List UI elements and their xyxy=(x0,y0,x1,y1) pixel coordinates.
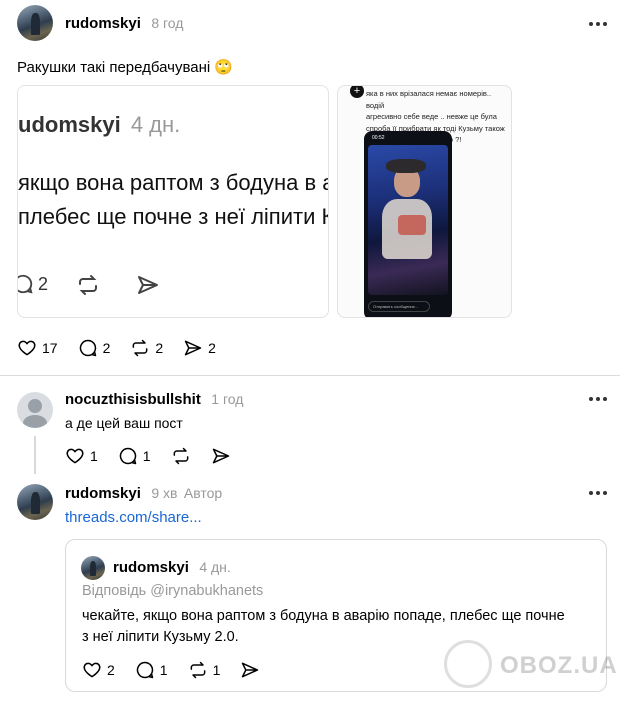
divider xyxy=(0,375,620,376)
screenshot-share-icon xyxy=(135,273,161,302)
reply-count: 1 xyxy=(159,662,168,678)
repost-button[interactable]: 1 xyxy=(188,660,221,680)
like-count: 2 xyxy=(107,662,115,678)
reply-actions: 1 1 xyxy=(65,446,251,466)
screenshot-username: udomskyi 4 дн. xyxy=(18,112,181,137)
screenshot-add-icon: + xyxy=(350,86,364,98)
repost-button[interactable] xyxy=(171,446,191,466)
like-count: 17 xyxy=(42,340,58,356)
share-icon xyxy=(212,448,229,464)
repost-icon xyxy=(173,447,189,465)
reply-button[interactable]: 1 xyxy=(118,446,151,466)
quote-time: 4 дн. xyxy=(199,559,231,575)
avatar[interactable] xyxy=(17,484,53,520)
more-options-icon[interactable] xyxy=(589,491,607,495)
username[interactable]: nocuzthisisbullshit xyxy=(65,391,201,408)
share-count: 2 xyxy=(208,340,216,356)
author-badge: Автор xyxy=(183,485,223,501)
post-time: 8 год xyxy=(151,15,184,31)
share-button[interactable] xyxy=(240,660,260,680)
username[interactable]: rudomskyi xyxy=(65,15,141,32)
repost-button[interactable]: 2 xyxy=(130,338,163,358)
phone-time: 00:52 xyxy=(372,135,385,141)
reply-header: rudomskyi 9 хв Автор xyxy=(65,485,222,503)
post-text: Ракушки такі передбачувані 🙄 xyxy=(17,59,234,76)
more-options-icon[interactable] xyxy=(589,22,607,26)
quote-actions: 2 1 1 xyxy=(82,660,280,680)
reply-count: 2 xyxy=(102,340,111,356)
heart-icon xyxy=(66,448,84,464)
reply-button[interactable]: 1 xyxy=(135,660,168,680)
quote-text-line-2: з неї ліпити Кузьму 2.0. xyxy=(82,629,239,645)
avatar[interactable] xyxy=(81,556,105,580)
like-button[interactable]: 17 xyxy=(17,338,58,358)
watermark-logo-icon xyxy=(444,640,492,688)
reply-time: 1 год xyxy=(211,391,244,407)
like-button[interactable]: 1 xyxy=(65,446,98,466)
quote-text-line-1: чекайте, якщо вона раптом з бодуна в ава… xyxy=(82,608,565,624)
like-count: 1 xyxy=(90,448,98,464)
story-photo xyxy=(368,145,448,295)
phone-frame: 00:52 Отправить сообщение... xyxy=(364,131,452,317)
share-icon xyxy=(184,340,202,356)
username[interactable]: rudomskyi xyxy=(113,559,189,576)
avatar[interactable] xyxy=(17,392,53,428)
reply-to-label: Відповідь @irynabukhanets xyxy=(82,583,264,599)
quote-header: rudomskyi 4 дн. xyxy=(113,559,231,577)
heart-icon xyxy=(83,662,101,678)
share-button[interactable] xyxy=(211,446,231,466)
watermark: OBOZ.UA xyxy=(500,652,618,679)
screenshot-text-2: плебес ще почне з неї ліпити Ку xyxy=(18,204,329,229)
comment-icon xyxy=(136,661,154,679)
thread-line xyxy=(34,436,36,474)
story-message-input: Отправить сообщение... xyxy=(368,301,430,312)
share-icon xyxy=(242,662,259,678)
post-actions: 17 2 2 2 xyxy=(17,338,236,358)
repost-count: 1 xyxy=(212,662,221,678)
like-button[interactable]: 2 xyxy=(82,660,115,680)
screenshot-reply-icon: 2 xyxy=(18,273,48,295)
post-image-1[interactable]: udomskyi 4 дн. якщо вона раптом з бодуна… xyxy=(17,85,329,318)
comment-icon xyxy=(79,339,96,357)
avatar[interactable] xyxy=(17,5,53,41)
repost-count: 2 xyxy=(155,340,164,356)
reply-time: 9 хв xyxy=(151,485,178,501)
repost-icon xyxy=(190,661,206,679)
post-image-2[interactable]: + яка в них врізалася немає номерів.. во… xyxy=(337,85,512,318)
username[interactable]: rudomskyi xyxy=(65,485,141,502)
comment-icon xyxy=(119,447,137,465)
reply-text: а де цей ваш пост xyxy=(65,415,183,431)
share-button[interactable]: 2 xyxy=(183,338,216,358)
screenshot-repost-icon xyxy=(75,273,101,302)
post-header: rudomskyi 8 год xyxy=(65,15,183,33)
more-options-icon[interactable] xyxy=(589,397,607,401)
reply-button[interactable]: 2 xyxy=(78,338,111,358)
repost-icon xyxy=(132,339,148,357)
shared-link[interactable]: threads.com/share... xyxy=(65,509,202,526)
reply-count: 1 xyxy=(142,448,151,464)
screenshot-text-1: якщо вона раптом з бодуна в а xyxy=(18,170,329,195)
reply-header: nocuzthisisbullshit 1 год xyxy=(65,391,243,409)
heart-icon xyxy=(18,340,36,356)
